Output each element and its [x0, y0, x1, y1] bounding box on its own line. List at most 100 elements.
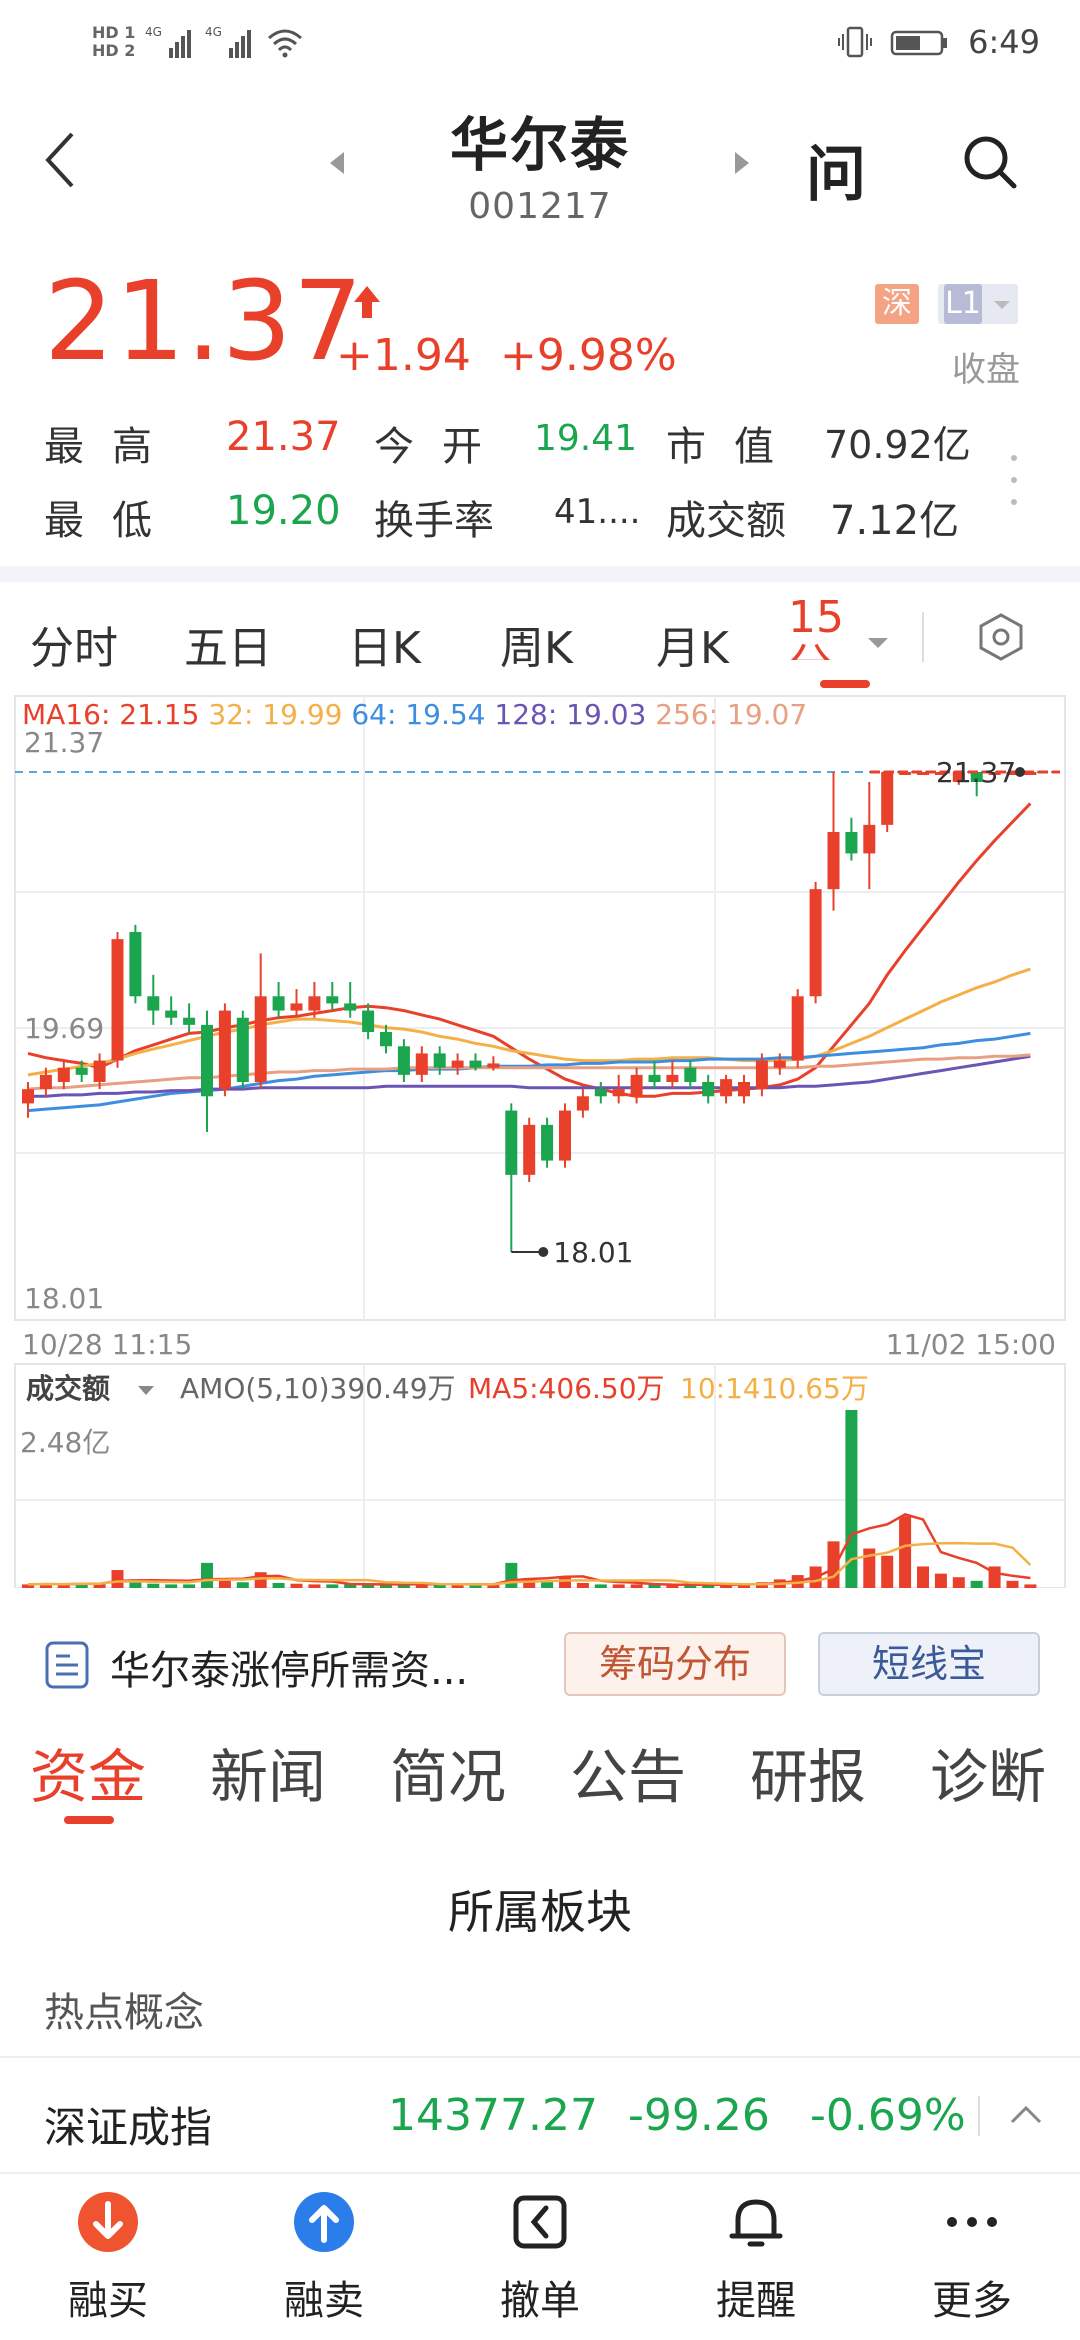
high-marker-label: 21.37 — [936, 756, 1016, 789]
ma-legend-item: 128: 19.03 — [486, 698, 647, 731]
nav-label: 撤单 — [500, 2278, 580, 2324]
candle-body — [326, 996, 339, 1004]
stat-label-low: 最低 — [44, 498, 180, 544]
nav-margin-buy[interactable]: 融买 — [38, 2190, 178, 2326]
volume-bar — [881, 1555, 894, 1588]
nav-cancel-order[interactable]: 撤单 — [470, 2190, 610, 2326]
ma-legend-item: 32: 19.99 — [199, 698, 342, 731]
x-axis-label: 10/28 11:15 — [22, 1328, 192, 1361]
candle-body — [863, 824, 876, 854]
chevron-down-icon — [138, 1386, 154, 1395]
search-icon[interactable] — [960, 132, 1020, 192]
volume-bar — [1006, 1580, 1019, 1588]
volume-bar — [970, 1580, 983, 1588]
index-change: -99.26 — [628, 2090, 770, 2141]
ma-legend-item: 256: 19.07 — [646, 698, 807, 731]
volume-bar — [308, 1584, 321, 1588]
candle-body — [236, 1017, 249, 1082]
chevron-down-icon[interactable] — [868, 638, 888, 648]
candle-body — [755, 1060, 768, 1090]
volume-bar — [290, 1583, 303, 1588]
price-change-pct: +9.98% — [500, 330, 677, 381]
tab-monthly-k[interactable]: 月K — [656, 612, 729, 676]
candle-body — [666, 1074, 679, 1082]
candle-body — [397, 1046, 410, 1075]
ask-button[interactable]: 问 — [806, 126, 866, 213]
chart-frame — [14, 695, 1066, 1321]
volume-bar — [254, 1572, 267, 1588]
tab-weekly-k[interactable]: 周K — [500, 612, 573, 676]
candle-body — [487, 1063, 500, 1068]
back-icon[interactable] — [40, 130, 80, 190]
tab-active-underline — [820, 680, 870, 688]
ma-legend-item: 64: 19.54 — [342, 698, 485, 731]
tab-five-day[interactable]: 五日 — [184, 612, 272, 676]
tab-daily-k[interactable]: 日K — [348, 612, 421, 676]
signal-icon-2: 4G — [205, 25, 252, 58]
tab-announcements[interactable]: 公告 — [570, 1730, 686, 1814]
volume-bar — [917, 1566, 929, 1588]
nav-alert[interactable]: 提醒 — [686, 2190, 826, 2326]
level-tag-label: L1 — [944, 284, 982, 324]
settings-hexagon-icon[interactable] — [976, 612, 1026, 662]
status-left: HD 1 HD 2 4G 4G — [92, 14, 305, 70]
candle-body — [344, 1003, 357, 1011]
nav-more[interactable]: 更多 — [902, 2190, 1042, 2326]
candle-body — [702, 1082, 715, 1097]
next-stock-icon[interactable] — [735, 152, 749, 174]
volume-selector: 成交额 — [26, 1372, 110, 1405]
tab-intraday[interactable]: 分时 — [30, 612, 118, 676]
tab-news[interactable]: 新闻 — [210, 1730, 326, 1814]
volume-bar — [630, 1584, 643, 1588]
volume-bar — [845, 1410, 858, 1588]
news-icon — [45, 1641, 89, 1689]
stock-title: 华尔泰 001217 — [340, 98, 740, 227]
volume-ma5-line — [27, 1513, 1031, 1586]
volume-bar — [505, 1562, 518, 1588]
volume-bar — [147, 1583, 160, 1588]
candle-body — [22, 1089, 34, 1104]
level-tag[interactable]: L1 — [938, 284, 1018, 324]
news-headline[interactable]: 华尔泰涨停所需资... — [110, 1638, 468, 1696]
tab-15min[interactable]: 15 分 — [788, 594, 844, 661]
status-bar: HD 1 HD 2 4G 4G 6:49 — [0, 0, 1080, 84]
volume-ma10: 10:1410.65万 — [680, 1372, 869, 1405]
candle-body — [111, 939, 124, 1061]
candle-body — [165, 1010, 178, 1018]
candle-body — [684, 1067, 697, 1082]
candle-body — [523, 1124, 536, 1175]
network1-label: 4G — [145, 25, 162, 39]
candle-body — [576, 1096, 589, 1111]
candle-body — [451, 1060, 464, 1068]
index-separator — [978, 2096, 980, 2136]
sector-title: 所属板块 — [448, 1885, 632, 1939]
nav-margin-sell[interactable]: 融卖 — [254, 2190, 394, 2326]
stock-code: 001217 — [468, 186, 612, 227]
more-vertical-icon[interactable] — [1010, 450, 1018, 510]
candle-body — [308, 996, 321, 1011]
stat-label-mktcap: 市值 — [666, 424, 802, 470]
tab-diagnosis[interactable]: 诊断 — [930, 1730, 1046, 1814]
volume-ma5: MA5:406.50万 — [468, 1372, 665, 1405]
stat-value-open: 19.41 — [534, 418, 638, 459]
low-marker-label: 18.01 — [553, 1236, 633, 1269]
chevron-up-icon[interactable] — [1008, 2102, 1044, 2126]
index-change-pct: -0.69% — [810, 2090, 966, 2141]
tab-profile[interactable]: 简况 — [390, 1730, 506, 1814]
candle-body — [559, 1110, 571, 1161]
kline-chart[interactable]: MA16: 21.15 32: 19.99 64: 19.54 128: 19.… — [0, 688, 1080, 1588]
tab-funds[interactable]: 资金 — [30, 1730, 146, 1814]
candle-body — [738, 1082, 750, 1097]
index-name[interactable]: 深证成指 — [44, 2094, 212, 2155]
market-status: 收盘 — [952, 350, 1020, 390]
up-arrow-icon — [354, 286, 380, 318]
tab-separator — [922, 612, 924, 662]
candle-body — [720, 1079, 733, 1097]
low-marker-dot — [538, 1247, 549, 1257]
section-divider — [0, 566, 1080, 582]
ma-line-ma64 — [27, 1031, 1031, 1113]
volume-bar — [559, 1577, 571, 1588]
tab-research[interactable]: 研报 — [750, 1730, 866, 1814]
short-term-button[interactable]: 短线宝 — [818, 1632, 1040, 1696]
chip-distribution-button[interactable]: 筹码分布 — [564, 1632, 786, 1696]
